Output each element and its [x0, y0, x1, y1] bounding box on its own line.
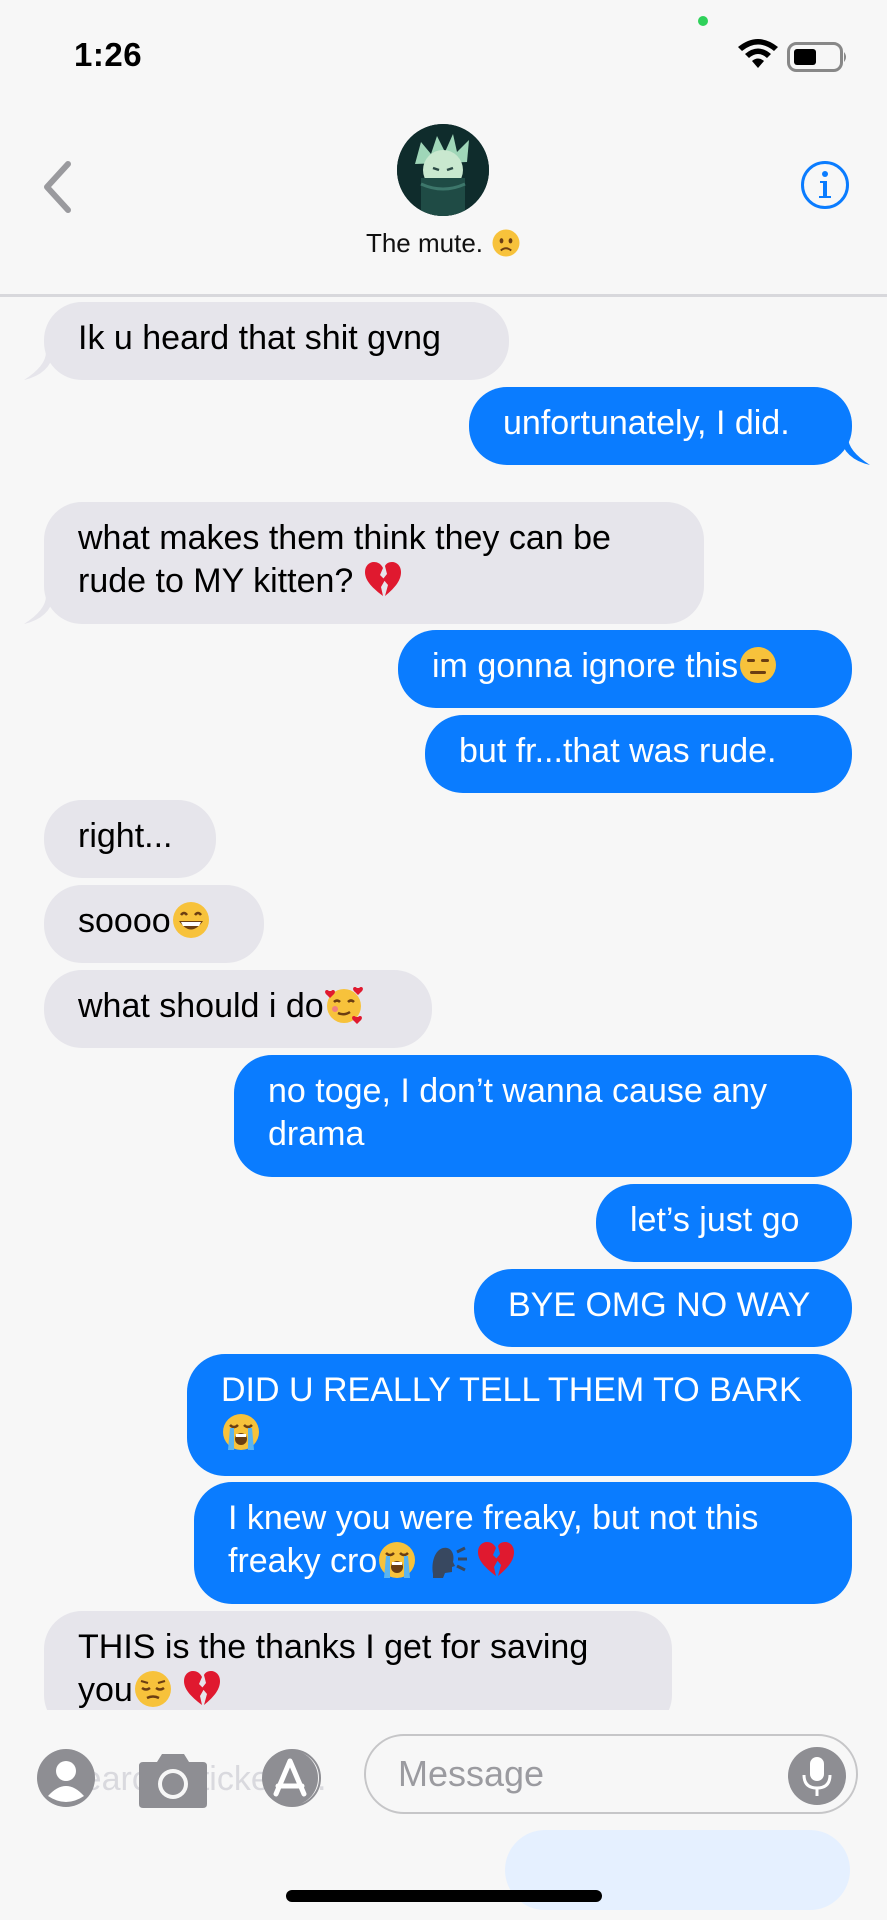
- message-input[interactable]: [364, 1734, 858, 1814]
- message-bubble-outgoing[interactable]: let’s just go: [596, 1184, 852, 1262]
- message-bubble-incoming[interactable]: soooo: [44, 885, 264, 963]
- contact-name[interactable]: The mute.: [0, 228, 887, 259]
- pensive-face-icon: [133, 1669, 173, 1709]
- message-bubble-incoming[interactable]: what should i do: [44, 970, 432, 1048]
- bubble-tail: [24, 596, 54, 624]
- app-store-icon[interactable]: [252, 1748, 332, 1808]
- broken-heart-icon: [182, 1669, 222, 1709]
- message-thread: Ik u heard that shit gvng unfortunately,…: [0, 297, 887, 1717]
- status-time: 1:26: [74, 36, 143, 73]
- grinning-face-icon: [171, 900, 211, 940]
- message-bubble-incoming[interactable]: THIS is the thanks I get for saving you: [44, 1611, 672, 1717]
- contact-icon[interactable]: [36, 1748, 96, 1808]
- message-bubble-incoming[interactable]: Ik u heard that shit gvng: [44, 302, 509, 380]
- message-bubble-outgoing[interactable]: im gonna ignore this: [398, 630, 852, 708]
- message-bubble-incoming[interactable]: what makes them think they can be rude to…: [44, 502, 704, 624]
- loudly-crying-face-icon: [221, 1412, 261, 1452]
- broken-heart-icon: [363, 560, 403, 600]
- message-bubble-outgoing[interactable]: BYE OMG NO WAY: [474, 1269, 852, 1347]
- worried-face-icon: [491, 228, 521, 258]
- expressionless-face-icon: [738, 645, 778, 685]
- message-bubble-incoming[interactable]: right...: [44, 800, 216, 878]
- bubble-tail: [840, 437, 870, 465]
- home-indicator[interactable]: [286, 1890, 602, 1902]
- smiling-face-with-hearts-icon: [324, 985, 364, 1025]
- battery-icon: [787, 42, 846, 72]
- bubble-tail: [24, 352, 54, 380]
- message-bubble-outgoing[interactable]: unfortunately, I did.: [469, 387, 852, 465]
- contact-avatar[interactable]: [397, 124, 489, 216]
- back-chevron-icon[interactable]: [38, 158, 84, 216]
- message-bubble-outgoing[interactable]: DID U REALLY TELL THEM TO BARK: [187, 1354, 852, 1476]
- loudly-crying-face-icon: [377, 1540, 417, 1580]
- microphone-icon[interactable]: [787, 1746, 847, 1806]
- message-bubble-outgoing[interactable]: I knew you were freaky, but not this frea…: [194, 1482, 852, 1604]
- status-bar: 1:26: [0, 0, 887, 100]
- camera-icon[interactable]: [135, 1750, 211, 1810]
- speaking-head-icon: [427, 1540, 467, 1580]
- message-bubble-outgoing[interactable]: no toge, I don’t wanna cause any drama: [234, 1055, 852, 1177]
- message-bubble-outgoing[interactable]: but fr...that was rude.: [425, 715, 852, 793]
- camera-indicator-icon: [698, 16, 708, 26]
- message-composer: Search Stickers...: [0, 1710, 887, 1910]
- conversation-header: The mute.: [0, 100, 887, 297]
- broken-heart-icon: [476, 1540, 516, 1580]
- wifi-icon: [738, 39, 778, 68]
- info-icon[interactable]: [800, 160, 850, 210]
